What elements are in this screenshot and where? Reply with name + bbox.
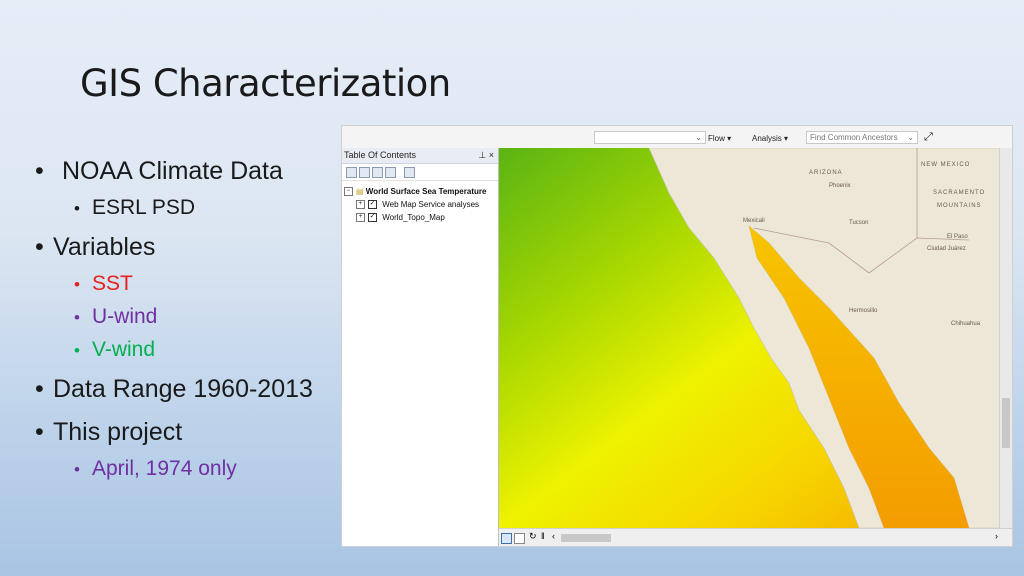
pin-icon[interactable]: ⊥ bbox=[478, 150, 486, 160]
sub-bullet-sst: • SST bbox=[74, 272, 133, 295]
find-common-ancestors-field[interactable]: Find Common Ancestors ⌄ bbox=[806, 131, 918, 144]
map-label-phoenix: Phoenix bbox=[829, 183, 851, 189]
layer-row-group[interactable]: − ▤ World Surface Sea Temperature bbox=[344, 187, 487, 197]
toc-toolbar bbox=[342, 164, 498, 181]
toolbar-dropdown[interactable]: ⌄ bbox=[594, 131, 706, 144]
toc-controls: ⊥ × bbox=[478, 148, 494, 163]
list-by-visibility-icon[interactable] bbox=[372, 167, 383, 178]
chevron-down-icon: ⌄ bbox=[695, 133, 702, 142]
scroll-right-icon[interactable]: › bbox=[995, 531, 998, 541]
gis-toolbar: ⌄ Flow ▾ Analysis ▾ Find Common Ancestor… bbox=[342, 126, 1012, 149]
map-label-el-paso: El Paso bbox=[947, 234, 968, 240]
horizontal-scroll-thumb[interactable] bbox=[561, 534, 611, 542]
refresh-icon[interactable]: ↻ bbox=[529, 531, 537, 542]
map-view[interactable]: NEW MEXICO ARIZONA Phoenix SACRAMENTO MO… bbox=[499, 148, 1002, 528]
vertical-scrollbar[interactable] bbox=[999, 148, 1012, 528]
sub-bullet-april-1974: • April, 1974 only bbox=[74, 457, 237, 480]
layer-label: Web Map Service analyses bbox=[382, 200, 480, 209]
checkbox-checked-icon[interactable]: ✓ bbox=[368, 213, 377, 223]
scroll-left-icon[interactable]: ‹ bbox=[552, 531, 555, 541]
close-icon[interactable]: × bbox=[489, 150, 494, 160]
map-label-arizona: ARIZONA bbox=[809, 170, 843, 176]
expand-icon[interactable]: + bbox=[356, 213, 365, 223]
map-label-sacramento: SACRAMENTO bbox=[933, 190, 986, 196]
options-icon[interactable] bbox=[404, 167, 415, 178]
bullet-this-project: • This project bbox=[35, 418, 183, 446]
flow-menu[interactable]: Flow ▾ bbox=[708, 134, 731, 143]
pause-icon[interactable]: ‖ bbox=[541, 531, 545, 541]
map-label-mountains: MOUNTAINS bbox=[937, 203, 982, 209]
map-status-bar: ↻ ‖ ‹ › bbox=[499, 528, 1012, 546]
analysis-menu[interactable]: Analysis ▾ bbox=[752, 134, 788, 143]
layers-icon: ▤ bbox=[356, 187, 364, 196]
slide-title: GIS Characterization bbox=[80, 62, 451, 105]
toc-title: Table Of Contents bbox=[344, 150, 417, 160]
layout-view-icon[interactable] bbox=[501, 533, 512, 544]
bullet-data-range: • Data Range 1960-2013 bbox=[35, 375, 313, 403]
map-label-hermosillo: Hermosillo bbox=[849, 308, 878, 314]
sub-bullet-v-wind: • V-wind bbox=[74, 338, 156, 361]
sst-map bbox=[499, 148, 1002, 528]
layer-label: World_Topo_Map bbox=[382, 213, 445, 222]
list-by-source-icon[interactable] bbox=[359, 167, 370, 178]
layer-row[interactable]: + ✓ World_Topo_Map bbox=[356, 213, 445, 223]
map-label-tucson: Tucson bbox=[849, 220, 869, 226]
chevron-down-icon: ⌄ bbox=[907, 133, 914, 142]
map-label-ciudad-juarez: Ciudad Juárez bbox=[927, 246, 966, 252]
data-view-icon[interactable] bbox=[514, 533, 525, 544]
layer-label: World Surface Sea Temperature bbox=[365, 187, 487, 196]
collapse-icon[interactable]: − bbox=[344, 187, 353, 197]
expand-icon[interactable]: ⤢ bbox=[924, 131, 933, 144]
list-by-drawing-order-icon[interactable] bbox=[346, 167, 357, 178]
layer-row[interactable]: + ✓ Web Map Service analyses bbox=[356, 200, 480, 210]
toc-header: Table Of Contents ⊥ × bbox=[342, 148, 498, 164]
sub-bullet-u-wind: • U-wind bbox=[74, 305, 158, 328]
table-of-contents-panel: Table Of Contents ⊥ × − ▤ World Surface S… bbox=[342, 148, 499, 546]
scroll-thumb[interactable] bbox=[1002, 398, 1010, 448]
map-label-mexicali: Mexicali bbox=[743, 218, 765, 224]
map-label-new-mexico: NEW MEXICO bbox=[921, 162, 971, 168]
map-label-chihuahua: Chihuahua bbox=[951, 321, 981, 327]
sub-bullet-esrl: • ESRL PSD bbox=[74, 196, 196, 219]
expand-icon[interactable]: + bbox=[356, 200, 365, 210]
bullet-variables: • Variables bbox=[35, 233, 156, 261]
bullet-noaa: • NOAA Climate Data bbox=[35, 157, 283, 185]
list-by-selection-icon[interactable] bbox=[385, 167, 396, 178]
gis-application-window: ⌄ Flow ▾ Analysis ▾ Find Common Ancestor… bbox=[341, 125, 1013, 547]
checkbox-checked-icon[interactable]: ✓ bbox=[368, 200, 377, 210]
